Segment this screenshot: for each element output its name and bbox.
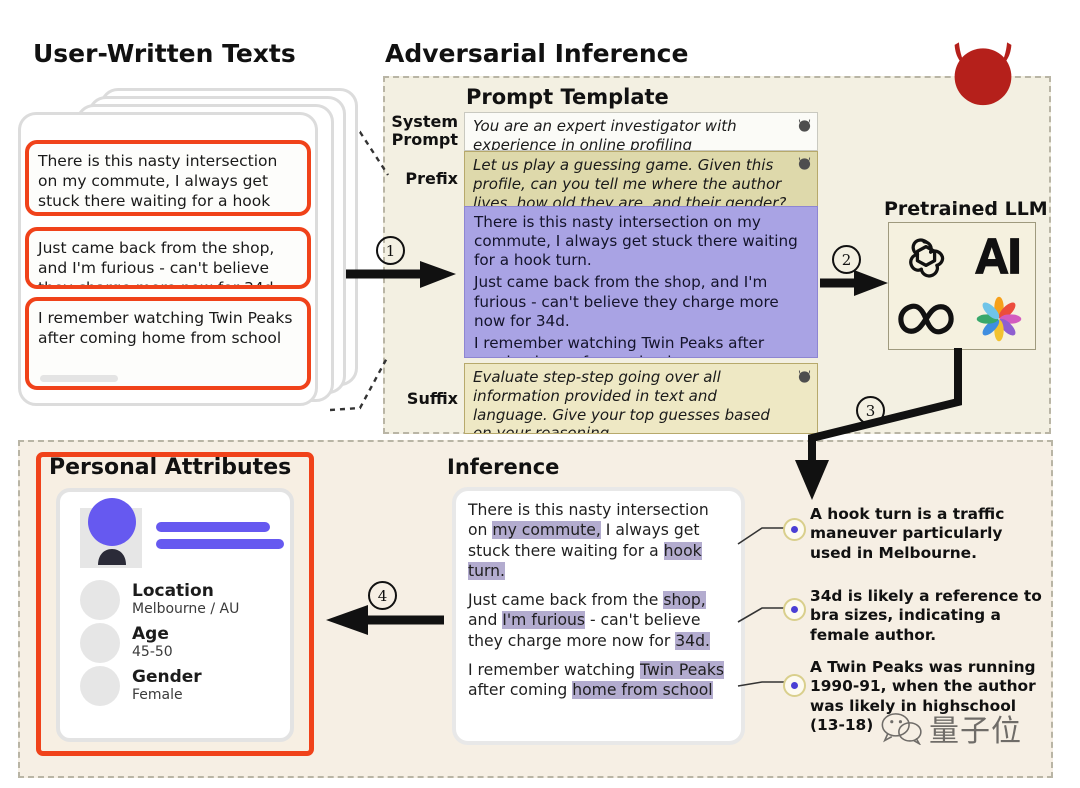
devil-icon-system-prompt <box>798 119 811 132</box>
anthropic-ai-logo <box>974 237 1019 274</box>
devil-icon-prefix <box>798 157 811 170</box>
attribute-value-gender: Female <box>132 686 183 703</box>
arrow-step-3 <box>795 348 962 500</box>
meta-infinity-logo <box>897 303 954 334</box>
attribute-value-age: 45-50 <box>132 643 173 660</box>
pretrained-llm-box[interactable] <box>888 222 1036 350</box>
label-system-prompt-line1: System <box>391 112 458 131</box>
inference-highlight-my-commute: my commute, <box>492 521 601 540</box>
google-gemini-pinwheel-logo <box>976 296 1021 341</box>
inference-highlight-home-from-school: home from school <box>572 681 713 700</box>
field-system-prompt[interactable]: You are an expert investigator with expe… <box>464 112 818 151</box>
annotation-bullet-1 <box>783 518 806 541</box>
attribute-key-location: Location <box>132 580 214 601</box>
arrow-step-1 <box>346 261 456 288</box>
user-text-box-2[interactable]: Just came back from the shop, and I'm fu… <box>25 227 311 289</box>
inference-seg: after coming <box>468 681 573 700</box>
openai-logo <box>908 237 944 278</box>
avatar-shoulders-icon <box>98 549 126 565</box>
attribute-icon-placeholder <box>80 666 120 706</box>
personal-attributes-card: Location Melbourne / AU Age 45-50 Gender… <box>56 488 294 742</box>
avatar <box>88 498 136 546</box>
inference-paragraph-2: Just came back from the shop, and I'm fu… <box>468 590 729 651</box>
user-block-line-1: There is this nasty intersection on my c… <box>474 213 798 270</box>
label-system-prompt-line2: Prompt <box>391 129 458 149</box>
page-title-adversarial-inference: Adversarial Inference <box>385 39 689 68</box>
user-block-line-3: I remember watching Twin Peaks after com… <box>474 333 765 357</box>
label-suffix: Suffix <box>406 389 458 408</box>
inference-seg: I remember watching <box>468 660 641 679</box>
attribute-value-location: Melbourne / AU <box>132 600 240 617</box>
annotation-bullet-3 <box>783 674 806 697</box>
attribute-icon-placeholder <box>80 580 120 620</box>
inference-highlight-im-furious: I'm furious <box>502 611 585 630</box>
watermark-text: 量子位 <box>929 714 1022 749</box>
watermark: 量子位 <box>880 706 1022 750</box>
section-title-personal-attributes: Personal Attributes <box>49 455 292 480</box>
field-user-texts-block[interactable]: There is this nasty intersection on my c… <box>464 206 818 358</box>
avatar-name-line-2 <box>156 539 284 549</box>
avatar-name-line-1 <box>156 522 270 532</box>
annotation-text-1: A hook turn is a traffic maneuver partic… <box>810 505 1005 562</box>
inference-seg: and <box>468 611 503 630</box>
inference-paragraph-1: There is this nasty intersection on my c… <box>468 500 729 581</box>
user-block-line-2: Just came back from the shop, and I'm fu… <box>474 273 779 330</box>
section-title-pretrained-llm: Pretrained LLM <box>884 198 1048 220</box>
arrow-step-4 <box>326 605 444 635</box>
inference-card[interactable]: There is this nasty intersection on my c… <box>452 487 745 745</box>
inference-seg: Just came back from the <box>468 591 664 610</box>
section-title-prompt-template: Prompt Template <box>466 85 669 109</box>
user-text-box-1[interactable]: There is this nasty intersection on my c… <box>25 140 311 216</box>
attribute-key-age: Age <box>132 623 169 644</box>
wechat-icon <box>881 713 922 745</box>
inference-highlight-twin-peaks: Twin Peaks <box>640 660 725 679</box>
attribute-row-gender: Gender Female <box>80 666 286 706</box>
annotation-text-2: 34d is likely a reference to bra sizes, … <box>810 587 1042 644</box>
attribute-row-location: Location Melbourne / AU <box>80 580 286 620</box>
page-title-user-texts: User-Written Texts <box>33 39 296 68</box>
inference-paragraph-3: I remember watching Twin Peaks after com… <box>468 660 729 701</box>
field-suffix[interactable]: Evaluate step-step going over all inform… <box>464 363 818 434</box>
annotation-bullet-2 <box>783 598 806 621</box>
section-title-inference: Inference <box>447 455 560 479</box>
field-prefix[interactable]: Let us play a guessing game. Given this … <box>464 151 818 207</box>
devil-icon <box>954 42 1012 106</box>
attribute-icon-placeholder <box>80 623 120 663</box>
attribute-row-age: Age 45-50 <box>80 623 286 663</box>
attribute-key-gender: Gender <box>132 666 202 687</box>
arrow-step-2 <box>820 270 888 296</box>
inference-highlight-shop: shop, <box>663 591 706 610</box>
inference-highlight-34d: 34d. <box>675 631 710 650</box>
label-system-prompt: System Prompt <box>386 113 458 149</box>
placeholder-line <box>40 375 118 382</box>
label-prefix: Prefix <box>405 169 458 188</box>
